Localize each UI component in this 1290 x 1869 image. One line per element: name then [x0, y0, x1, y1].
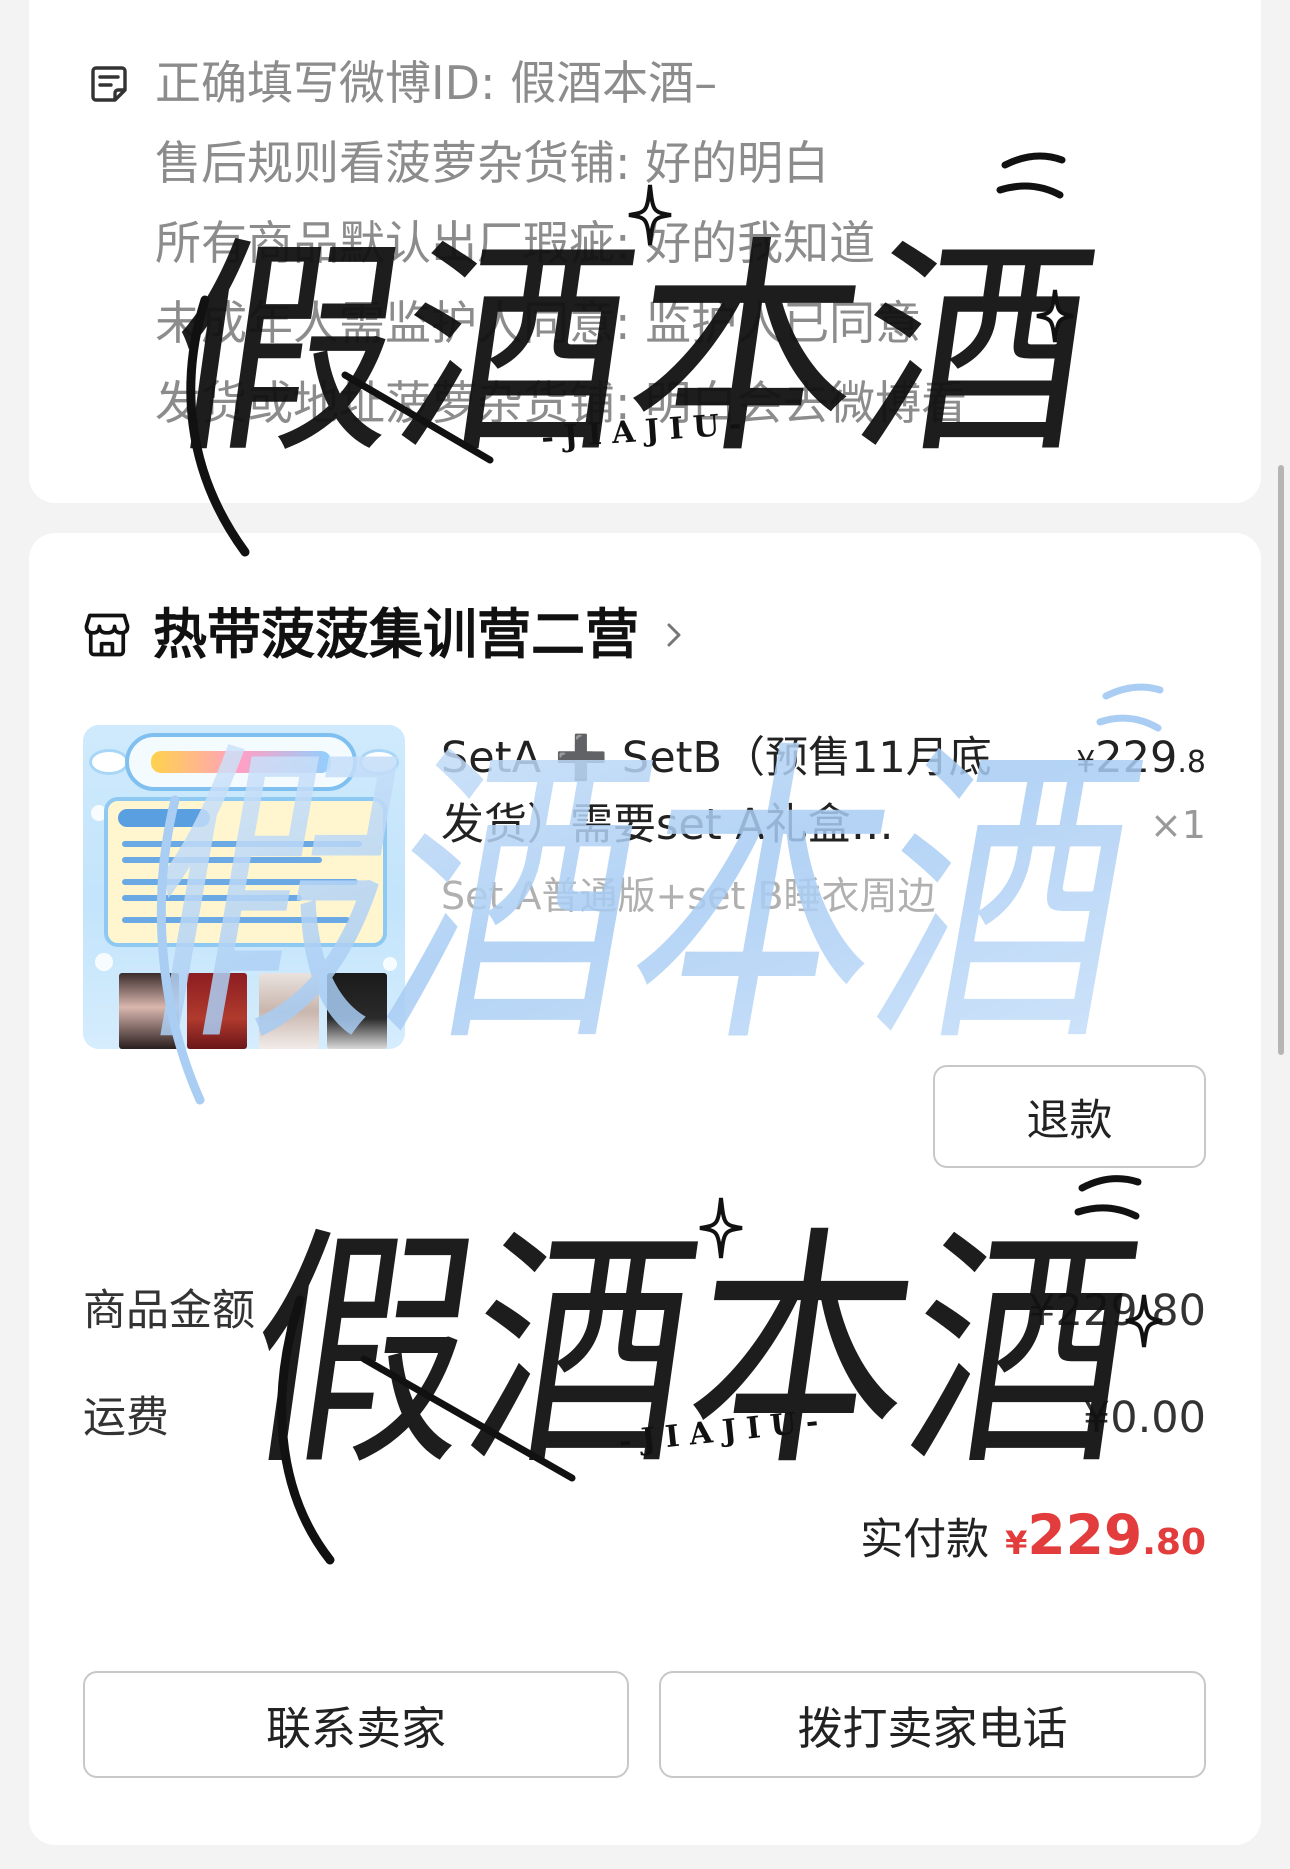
item-price-decimal: .8 [1177, 745, 1206, 780]
product-image-photos [119, 973, 393, 1049]
item-title-line[interactable]: 发货）需要set A礼盒… [441, 792, 1031, 858]
item-title-line[interactable]: SetA ➕ SetB（预售11月底 [441, 725, 1031, 791]
paid-amount-row: 实付款 ¥229.80 [860, 1500, 1206, 1570]
scrollbar[interactable] [1278, 465, 1284, 1055]
order-note-line: 所有商品默认出厂瑕疵: 好的我知道 [155, 216, 876, 270]
product-image-photo [327, 973, 387, 1049]
product-image-decoration [122, 895, 302, 901]
item-quantity: ×1 [1149, 803, 1206, 847]
item-price-symbol: ¥ [1076, 745, 1096, 780]
shipping-row: 运费 ¥0.00 [83, 1388, 1206, 1448]
order-item-card: 热带菠菠集训营二营 SetA ➕ SetB（预售11月底 发货）需要set A礼… [29, 533, 1261, 1845]
goods-amount-value: ¥229.80 [1028, 1286, 1206, 1336]
product-image-decoration [118, 809, 210, 827]
store-icon [84, 613, 130, 657]
order-notes: 正确填写微博ID: 假酒本酒– 售后规则看菠萝杂货铺: 好的明白 所有商品默认出… [155, 43, 1235, 443]
product-image-photo [119, 973, 179, 1049]
item-sku: Set A普通版+set B睡衣周边 [441, 874, 936, 918]
product-image-banner [125, 733, 357, 791]
product-image-photo [259, 973, 319, 1049]
paid-amount-label: 实付款 [860, 1515, 990, 1565]
note-icon [91, 66, 127, 102]
product-image-panel [104, 797, 387, 947]
product-image-photo [187, 973, 247, 1049]
order-notes-card: 正确填写微博ID: 假酒本酒– 售后规则看菠萝杂货铺: 好的明白 所有商品默认出… [29, 0, 1261, 503]
product-image-decoration [122, 857, 322, 863]
item-price: ¥229.8 [1076, 725, 1206, 800]
order-note-line: 未成年人需监护人同意: 监护人已同意 [155, 296, 922, 350]
shipping-value: ¥0.00 [1082, 1393, 1206, 1443]
product-image-decoration [359, 749, 399, 775]
product-image-decoration [122, 841, 362, 847]
product-image-decoration [122, 879, 358, 885]
paid-amount-integer: 229 [1027, 1503, 1143, 1567]
paid-amount-symbol: ¥ [1005, 1524, 1028, 1562]
shop-header[interactable]: 热带菠菠集训营二营 [81, 600, 685, 670]
product-image-decoration [89, 749, 129, 775]
order-note-line: 售后规则看菠萝杂货铺: 好的明白 [155, 136, 830, 190]
order-note-line: 发货或地址菠萝杂货铺: 明白会去微博看 [155, 376, 968, 430]
chevron-right-icon [667, 623, 681, 647]
product-image-decoration [122, 917, 350, 923]
contact-seller-button[interactable]: 联系卖家 [83, 1671, 629, 1778]
call-seller-button[interactable]: 拨打卖家电话 [659, 1671, 1206, 1778]
goods-amount-label: 商品金额 [83, 1286, 255, 1336]
product-image-decoration [151, 751, 331, 773]
refund-button[interactable]: 退款 [933, 1065, 1206, 1168]
shipping-label: 运费 [83, 1393, 169, 1443]
order-detail-page: 正确填写微博ID: 假酒本酒– 售后规则看菠萝杂货铺: 好的明白 所有商品默认出… [0, 0, 1290, 1869]
shop-name: 热带菠菠集训营二营 [153, 603, 639, 666]
product-image[interactable] [83, 725, 405, 1049]
item-price-integer: 229 [1095, 733, 1178, 783]
order-note-line: 正确填写微博ID: 假酒本酒– [155, 56, 718, 110]
paid-amount-decimal: .80 [1142, 1522, 1206, 1563]
product-image-decoration [383, 957, 397, 971]
goods-amount-row: 商品金额 ¥229.80 [83, 1281, 1206, 1341]
product-image-decoration [95, 953, 113, 971]
